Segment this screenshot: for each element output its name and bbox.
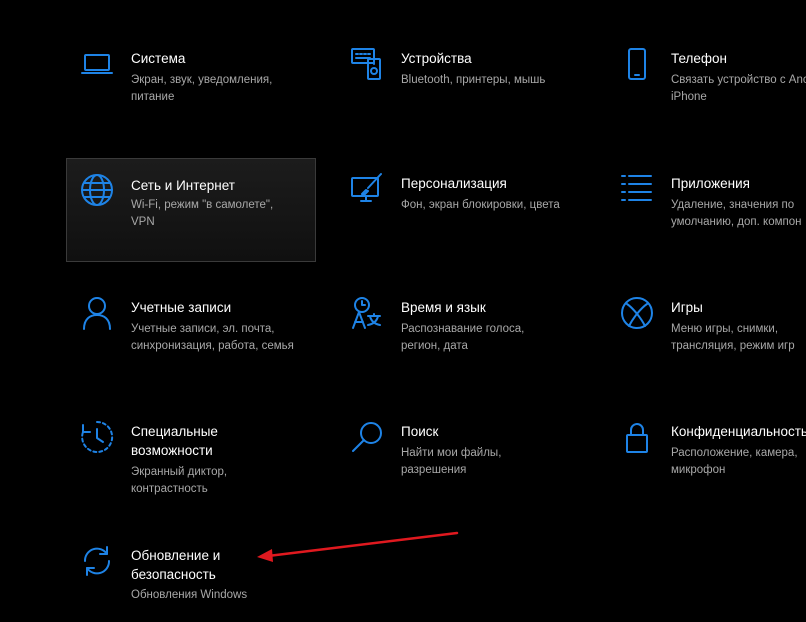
tile-description: Найти мои файлы, разрешения (401, 447, 502, 476)
tile-title: Обновление и безопасность (131, 548, 221, 582)
tile-title: Конфиденциальность (671, 424, 806, 439)
tile-title: Время и язык (401, 300, 486, 315)
tile-title: Специальные возможности (131, 424, 218, 458)
tile-update-security[interactable]: Обновление и безопасность Обновления Win… (67, 544, 317, 609)
tile-description: Учетные записи, эл. почта, синхронизация… (131, 323, 294, 352)
tile-title: Устройства (401, 51, 472, 66)
tile-description: Меню игры, снимки, трансляция, режим игр (671, 323, 795, 352)
ease-of-access-icon (80, 420, 114, 454)
tile-description: Расположение, камера, микрофон (671, 447, 798, 476)
tile-title: Телефон (671, 51, 728, 66)
devices-icon (350, 47, 384, 81)
sync-icon (80, 544, 114, 578)
tile-description: Экран, звук, уведомления, питание (131, 74, 273, 103)
tile-title: Поиск (401, 424, 439, 439)
tile-apps[interactable]: Приложения Удаление, значения по умолчан… (607, 172, 806, 242)
tile-ease-of-access[interactable]: Специальные возможности Экранный диктор,… (67, 420, 317, 500)
tile-personalization[interactable]: Персонализация Фон, экран блокировки, цв… (337, 172, 587, 242)
tile-description: Обновления Windows (131, 589, 248, 601)
tile-title: Учетные записи (131, 300, 232, 315)
tile-search[interactable]: Поиск Найти мои файлы, разрешения (337, 420, 587, 490)
search-icon (350, 420, 384, 454)
globe-icon (80, 173, 114, 207)
tile-title: Сеть и Интернет (131, 178, 235, 193)
tile-description: Экранный диктор, контрастность (131, 466, 228, 495)
xbox-icon (620, 296, 654, 330)
tile-time-language[interactable]: Время и язык Распознавание голоса, регио… (337, 296, 587, 366)
personalization-icon (350, 172, 384, 206)
laptop-icon (80, 47, 114, 81)
tile-system[interactable]: Система Экран, звук, уведомления, питани… (67, 47, 317, 117)
tile-description: Связать устройство с Anc iPhone (671, 74, 806, 103)
time-language-icon (350, 296, 384, 330)
tile-title: Персонализация (401, 176, 507, 191)
tile-description: Bluetooth, принтеры, мышь (401, 74, 546, 86)
tile-gaming[interactable]: Игры Меню игры, снимки, трансляция, режи… (607, 296, 806, 366)
tile-phone[interactable]: Телефон Связать устройство с Anc iPhone (607, 47, 806, 117)
tile-title: Система (131, 51, 186, 66)
tile-description: Удаление, значения по умолчанию, доп. ко… (671, 199, 802, 228)
tile-accounts[interactable]: Учетные записи Учетные записи, эл. почта… (67, 296, 317, 366)
phone-icon (620, 47, 654, 81)
tile-privacy[interactable]: Конфиденциальность Расположение, камера,… (607, 420, 806, 490)
tile-description: Фон, экран блокировки, цвета (401, 199, 560, 211)
tile-description: Распознавание голоса, регион, дата (401, 323, 525, 352)
apps-list-icon (620, 172, 654, 206)
tile-title: Игры (671, 300, 703, 315)
tile-title: Приложения (671, 176, 750, 191)
person-icon (80, 296, 114, 330)
tile-description: Wi-Fi, режим "в самолете", VPN (131, 199, 274, 228)
tile-network[interactable]: Сеть и Интернет Wi-Fi, режим "в самолете… (66, 158, 316, 262)
tile-devices[interactable]: Устройства Bluetooth, принтеры, мышь (337, 47, 587, 117)
lock-icon (620, 420, 654, 454)
